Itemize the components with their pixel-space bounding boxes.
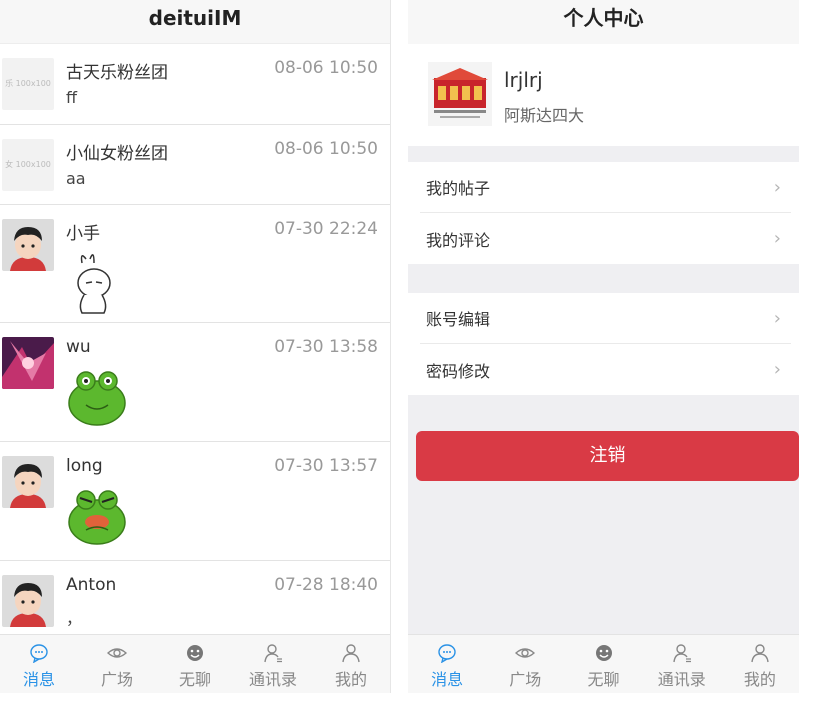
message-list: 乐 100x100 古天乐粉丝团 08-06 10:50 ff 女 100x10… (0, 44, 390, 634)
avatar (428, 62, 492, 126)
tab-label: 通讯录 (248, 670, 297, 689)
message-time: 08-06 10:50 (274, 139, 378, 159)
tab-contacts[interactable]: 通讯录 (234, 635, 312, 693)
tab-bored[interactable]: 无聊 (564, 635, 642, 693)
message-time: 07-30 22:24 (274, 219, 378, 239)
rabbit-sticker (64, 249, 134, 323)
avatar: 乐 100x100 (2, 58, 54, 110)
contact-name: long (66, 456, 103, 476)
smiley-icon (156, 643, 234, 663)
tab-square[interactable]: 广场 (486, 635, 564, 693)
avatar (2, 575, 54, 627)
message-icon (408, 643, 486, 663)
list-item[interactable]: 小手 07-30 22:24 (0, 205, 390, 323)
tab-label: 消息 (431, 670, 464, 689)
contact-name: 古天乐粉丝团 (66, 63, 168, 83)
chevron-right-icon: › (773, 176, 781, 198)
message-screen: deituiIM 乐 100x100 古天乐粉丝团 08-06 10:50 ff… (0, 0, 391, 693)
menu-label: 我的帖子 (426, 179, 491, 198)
user-icon (721, 643, 799, 663)
tab-label: 无聊 (587, 670, 620, 689)
list-item[interactable]: 女 100x100 小仙女粉丝团 08-06 10:50 aa (0, 125, 390, 205)
contacts-icon (234, 643, 312, 663)
contact-name: 小仙女粉丝团 (66, 144, 168, 164)
message-time: 08-06 10:50 (274, 58, 378, 78)
message-preview: aa (66, 169, 86, 188)
contact-name: Anton (66, 575, 117, 595)
avatar (2, 337, 54, 389)
user-icon (312, 643, 390, 663)
menu-label: 密码修改 (426, 361, 491, 381)
list-item[interactable]: 乐 100x100 古天乐粉丝团 08-06 10:50 ff (0, 44, 390, 125)
message-time: 07-30 13:58 (274, 337, 378, 357)
contact-name: wu (66, 337, 91, 357)
eye-icon (78, 643, 156, 663)
message-time: 07-30 13:57 (274, 456, 378, 476)
bottom-tab-bar: 消息 广场 无聊 通讯录 我的 (408, 634, 799, 693)
angry-frog-sticker (64, 486, 130, 552)
menu-group-posts: 我的帖子 › 我的评论 › (408, 162, 799, 264)
menu-group-account: 账号编辑 › 密码修改 › (408, 293, 799, 395)
tab-mine[interactable]: 我的 (312, 635, 390, 693)
avatar (2, 456, 54, 508)
message-preview: ， (66, 609, 83, 628)
my-posts-item[interactable]: 我的帖子 › (420, 162, 791, 213)
profile-screen: 个人中心 lrjlrj 阿斯达四大 我的帖子 › 我的评论 › 账号编辑 › 密… (408, 0, 799, 693)
tab-square[interactable]: 广场 (78, 635, 156, 693)
list-item[interactable]: long 07-30 13:57 (0, 442, 390, 561)
smiley-icon (564, 643, 642, 663)
menu-label: 账号编辑 (426, 310, 491, 329)
logout-button[interactable]: 注销 (416, 431, 799, 481)
tab-label: 广场 (509, 670, 542, 689)
chevron-right-icon: › (773, 228, 781, 249)
tab-messages[interactable]: 消息 (408, 635, 486, 693)
contact-name: 小手 (66, 224, 100, 244)
my-comments-item[interactable]: 我的评论 › (420, 213, 791, 264)
avatar (2, 219, 54, 271)
message-preview: ff (66, 88, 78, 107)
list-item[interactable]: wu 07-30 13:58 (0, 323, 390, 442)
contacts-icon (643, 643, 721, 663)
profile-card[interactable]: lrjlrj 阿斯达四大 (408, 44, 799, 146)
message-icon (0, 643, 78, 663)
tab-label: 消息 (22, 670, 55, 689)
tab-label: 广场 (100, 670, 133, 689)
page-title: 个人中心 (408, 0, 799, 44)
tab-label: 我的 (334, 670, 367, 689)
eye-icon (486, 643, 564, 663)
tab-messages[interactable]: 消息 (0, 635, 78, 693)
tab-mine[interactable]: 我的 (721, 635, 799, 693)
list-item[interactable]: Anton 07-28 18:40 ， (0, 561, 390, 634)
menu-label: 我的评论 (426, 230, 491, 250)
username: lrjlrj (504, 68, 543, 92)
tab-label: 无聊 (178, 670, 211, 689)
tab-label: 我的 (743, 670, 776, 689)
tab-bored[interactable]: 无聊 (156, 635, 234, 693)
password-change-item[interactable]: 密码修改 › (420, 344, 791, 395)
tab-contacts[interactable]: 通讯录 (643, 635, 721, 693)
message-time: 07-28 18:40 (274, 575, 378, 595)
bottom-tab-bar: 消息 广场 无聊 通讯录 我的 (0, 634, 390, 693)
avatar: 女 100x100 (2, 139, 54, 191)
tab-label: 通讯录 (657, 670, 706, 689)
frog-sticker (64, 367, 130, 433)
account-edit-item[interactable]: 账号编辑 › (420, 293, 791, 344)
chevron-right-icon: › (773, 307, 781, 329)
user-signature: 阿斯达四大 (504, 106, 585, 125)
chevron-right-icon: › (773, 359, 781, 380)
app-title: deituiIM (0, 0, 390, 44)
